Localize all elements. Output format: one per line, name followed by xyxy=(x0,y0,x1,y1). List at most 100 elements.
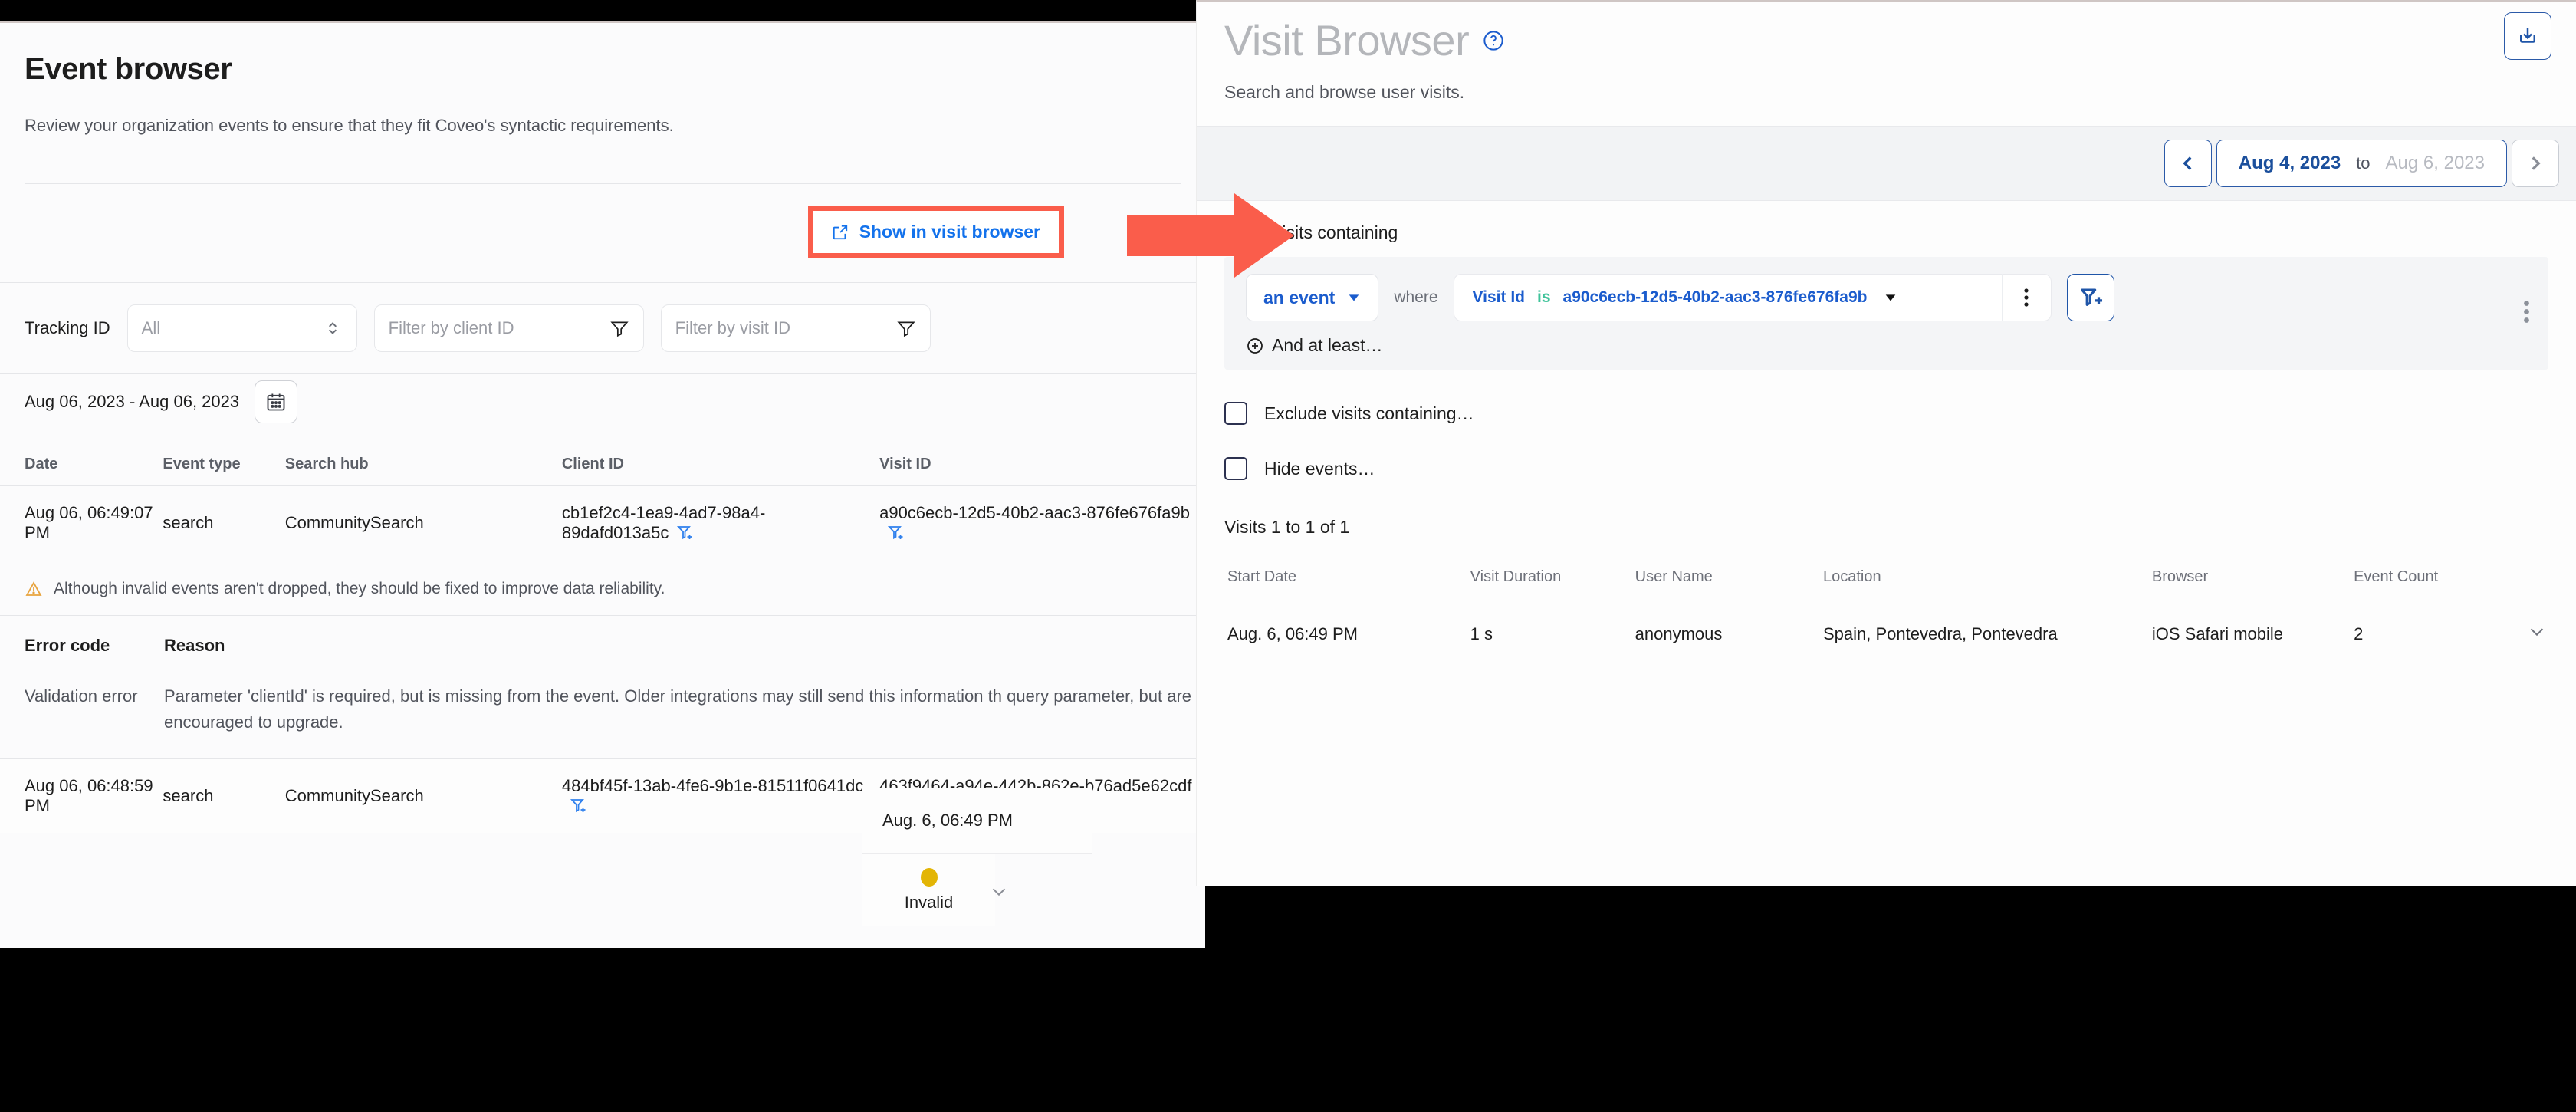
visit-date-overlay-card: Aug. 6, 06:49 PM xyxy=(862,788,1092,854)
col-event-count[interactable]: Event Count xyxy=(2354,558,2503,600)
col-search-hub[interactable]: Search hub xyxy=(284,443,562,486)
col-error-code: Error code xyxy=(25,636,110,655)
query-row: an event where Visit Id is a90c6ecb-12d5… xyxy=(1246,274,2527,321)
query-condition[interactable]: Visit Id is a90c6ecb-12d5-40b2-aac3-876f… xyxy=(1453,274,2052,321)
page-title: Event browser xyxy=(25,52,232,86)
black-fill-top-left xyxy=(0,0,1196,21)
show-in-visit-browser-button[interactable]: Show in visit browser xyxy=(824,217,1048,247)
condition-field[interactable]: Visit Id xyxy=(1473,288,1525,307)
status-badge: Invalid xyxy=(862,854,995,926)
error-header-inner: Error code Reason xyxy=(25,636,1205,656)
next-date-range-button[interactable] xyxy=(2512,140,2559,187)
show-visits-containing-label: Show visits containing xyxy=(1224,222,1398,242)
query-builder: an event where Visit Id is a90c6ecb-12d5… xyxy=(1224,257,2548,370)
event-date-range-text: Aug 06, 2023 - Aug 06, 2023 xyxy=(25,392,240,411)
visit-date-overlay-text: Aug. 6, 06:49 PM xyxy=(882,811,1013,830)
col-expand xyxy=(2503,558,2548,600)
exclude-visits-row[interactable]: Exclude visits containing… xyxy=(1224,402,2548,425)
visit-browser-panel: Visit Browser Search and browse user vis… xyxy=(1196,0,2576,886)
previous-date-range-button[interactable] xyxy=(2164,140,2212,187)
cell-event-count: 2 xyxy=(2354,624,2364,643)
condition-operator[interactable]: is xyxy=(1537,288,1551,307)
date-range-from[interactable]: Aug 4, 2023 xyxy=(2239,153,2341,174)
visit-browser-header: Visit Browser Search and browse user vis… xyxy=(1197,2,2576,103)
filter-add-icon[interactable] xyxy=(676,523,695,541)
warning-banner: Although invalid events aren't dropped, … xyxy=(25,580,1181,598)
table-row[interactable]: Aug. 6, 06:49 PM 1 s anonymous Spain, Po… xyxy=(1224,600,2548,669)
cell-expand[interactable] xyxy=(2503,600,2548,669)
col-start-date[interactable]: Start Date xyxy=(1224,558,1470,600)
cell-date: Aug 06, 06:49:07 PM xyxy=(0,485,163,560)
condition-value[interactable]: a90c6ecb-12d5-40b2-aac3-876fe676fa9b xyxy=(1563,288,1868,307)
cell-browser: iOS Safari mobile xyxy=(2151,624,2284,643)
show-in-visit-browser-label: Show in visit browser xyxy=(859,222,1040,242)
hide-events-checkbox[interactable] xyxy=(1224,457,1247,480)
cell-event-type: search xyxy=(163,485,285,560)
event-browser-action-row: Show in visit browser xyxy=(0,184,1205,282)
black-fill-right xyxy=(1409,886,2576,959)
and-at-least-button[interactable]: And at least… xyxy=(1246,335,2527,356)
invalid-events-warning-row: Although invalid events aren't dropped, … xyxy=(0,560,1205,616)
annotation-highlight-box: Show in visit browser xyxy=(807,206,1064,258)
col-user-name[interactable]: User Name xyxy=(1635,558,1823,600)
cell-date: Aug 06, 06:48:59 PM xyxy=(0,758,163,834)
cell-location: Spain, Pontevedra, Pontevedra xyxy=(1822,624,2058,643)
warning-text: Although invalid events aren't dropped, … xyxy=(54,580,665,597)
filter-add-icon xyxy=(2080,288,2102,306)
col-visit-duration[interactable]: Visit Duration xyxy=(1470,558,1635,600)
date-range-to[interactable]: Aug 6, 2023 xyxy=(2386,153,2485,174)
condition-kebab-menu[interactable] xyxy=(2001,274,2051,321)
black-fill-bottom xyxy=(0,948,2576,1112)
event-date-range-row: Aug 06, 2023 - Aug 06, 2023 xyxy=(0,374,1205,443)
visits-table: Start Date Visit Duration User Name Loca… xyxy=(1224,558,2548,668)
client-id-value: cb1ef2c4-1ea9-4ad7-98a4-89dafd013a5c xyxy=(561,503,766,542)
client-id-filter-input[interactable]: Filter by client ID xyxy=(373,304,644,352)
funnel-icon xyxy=(610,321,629,337)
tracking-id-select[interactable]: All xyxy=(127,304,357,352)
kebab-menu-icon xyxy=(2024,288,2029,307)
cell-error-reason: Parameter 'clientId' is required, but is… xyxy=(164,686,1192,732)
date-range-to-label: to xyxy=(2356,153,2371,173)
visit-id-filter-input[interactable]: Filter by visit ID xyxy=(660,304,931,352)
filter-add-icon[interactable] xyxy=(887,523,905,541)
page-subtitle: Review your organization events to ensur… xyxy=(25,116,674,135)
caret-down-icon[interactable] xyxy=(1884,291,1898,304)
event-browser-header: Event browser Review your organization e… xyxy=(0,23,1205,184)
col-location[interactable]: Location xyxy=(1822,558,2152,600)
col-client-id[interactable]: Client ID xyxy=(561,443,880,486)
warning-cell: Although invalid events aren't dropped, … xyxy=(0,560,1205,616)
visit-browser-subtitle: Search and browse user visits. xyxy=(1224,82,1465,102)
screenshot-root: Event browser Review your organization e… xyxy=(0,0,2576,1112)
hide-events-row[interactable]: Hide events… xyxy=(1224,457,2548,480)
event-filters-row: Tracking ID All Filter by client ID Filt… xyxy=(0,283,1205,373)
event-table-header-row: Date Event type Search hub Client ID Vis… xyxy=(0,443,1205,486)
exclude-visits-label: Exclude visits containing… xyxy=(1264,403,1474,423)
col-browser[interactable]: Browser xyxy=(2151,558,2354,600)
help-circle-icon[interactable] xyxy=(1483,30,1504,51)
plus-circle-icon xyxy=(1247,337,1263,354)
caret-down-icon xyxy=(1349,294,1359,301)
col-event-type[interactable]: Event type xyxy=(163,443,285,486)
visit-browser-body: Show visits containing an event where Vi… xyxy=(1197,201,2576,668)
cell-search-hub: CommunitySearch xyxy=(284,485,562,560)
show-in-visit-browser-highlight: Show in visit browser xyxy=(807,206,1064,258)
chevron-left-icon xyxy=(2183,156,2192,170)
tracking-id-label: Tracking ID xyxy=(25,318,110,337)
filter-add-icon[interactable] xyxy=(570,796,588,814)
calendar-picker-button[interactable] xyxy=(255,380,298,423)
add-filter-button[interactable] xyxy=(2066,274,2114,321)
visits-count-label: Visits 1 to 1 of 1 xyxy=(1224,517,1350,537)
export-button[interactable] xyxy=(2504,12,2551,60)
cell-search-hub: CommunitySearch xyxy=(284,758,562,834)
query-group-kebab-menu[interactable] xyxy=(2523,298,2530,328)
cell-user-name: anonymous xyxy=(1635,624,1723,643)
col-visit-id[interactable]: Visit ID xyxy=(879,443,1205,486)
col-date[interactable]: Date xyxy=(0,443,163,486)
cell-visit-id: a90c6ecb-12d5-40b2-aac3-876fe676fa9b xyxy=(879,485,1205,560)
query-scope-select[interactable]: an event xyxy=(1246,274,1379,321)
table-row[interactable]: Aug 06, 06:49:07 PM search CommunitySear… xyxy=(0,485,1205,560)
error-table-row: Validation error Parameter 'clientId' is… xyxy=(0,670,1205,760)
chevron-down-icon[interactable] xyxy=(987,880,1010,903)
exclude-visits-checkbox[interactable] xyxy=(1224,402,1247,425)
date-range-field[interactable]: Aug 4, 2023 to Aug 6, 2023 xyxy=(2216,140,2507,187)
